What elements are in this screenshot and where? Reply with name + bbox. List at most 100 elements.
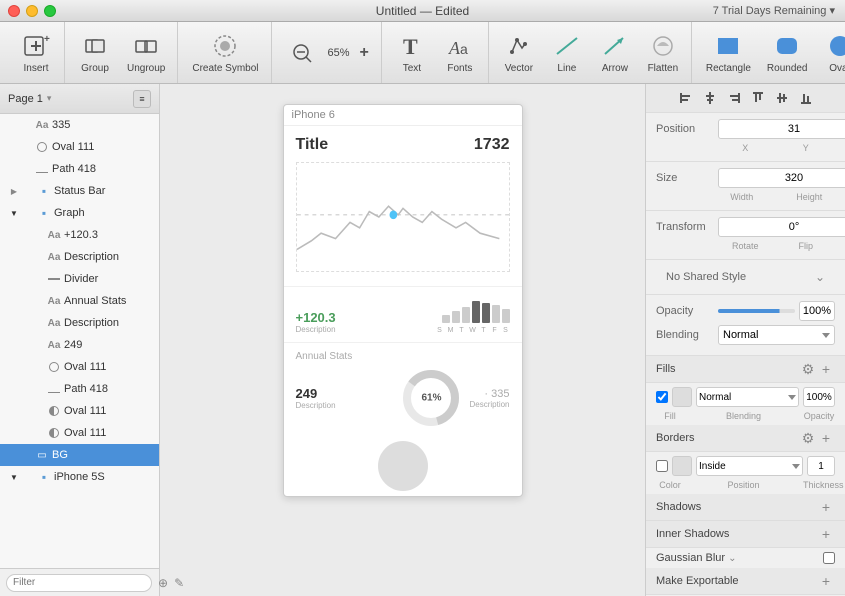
text-type-icon: Aa (34, 117, 50, 133)
fill-checkbox[interactable] (656, 391, 668, 403)
arrow-button[interactable]: Arrow (593, 27, 637, 79)
folder-type-icon: ▪ (36, 183, 52, 199)
arrow-label: Arrow (602, 63, 628, 74)
size-label: Size (656, 172, 714, 184)
bar-5 (482, 303, 490, 323)
stats-bars (436, 299, 510, 323)
divider-type-icon (46, 271, 62, 287)
blending-dropdown[interactable]: Normal (718, 325, 835, 345)
sidebar-expand-button[interactable]: ≡ (133, 90, 151, 108)
border-checkbox[interactable] (656, 460, 668, 472)
fonts-button[interactable]: A a Fonts (438, 27, 482, 79)
sidebar-item-plus120[interactable]: Aa +120.3 (0, 224, 159, 246)
sidebar-item-description2[interactable]: Aa Description (0, 312, 159, 334)
borders-row: Inside (646, 452, 845, 480)
zoom-in-button[interactable]: + (354, 27, 375, 79)
iphone-content: Title 1732 (284, 126, 522, 496)
sidebar-item-iphone5s[interactable]: ▼ ▪ iPhone 5S (0, 466, 159, 488)
vector-button[interactable]: Vector (497, 27, 541, 79)
sidebar-footer: ⊕ ✎ (0, 568, 159, 596)
sidebar-item-335[interactable]: Aa 335 (0, 114, 159, 136)
align-center-h-button[interactable] (699, 88, 721, 108)
group-button[interactable]: Group (73, 27, 117, 79)
day-t1: T (458, 327, 466, 334)
oval-button[interactable]: Oval (818, 27, 845, 79)
border-thickness-input[interactable] (807, 456, 835, 476)
text-type-icon: Aa (46, 337, 62, 353)
sidebar-item-oval111-4[interactable]: Oval 111 (0, 422, 159, 444)
flatten-button[interactable]: Flatten (641, 27, 685, 79)
position-section: Position X Y (646, 113, 845, 162)
align-top-edges-button[interactable] (747, 88, 769, 108)
fill-blending-dropdown[interactable]: Normal (696, 387, 799, 407)
insert-button[interactable]: + Insert (14, 27, 58, 79)
canvas[interactable]: iPhone 6 Title 1732 (160, 84, 645, 596)
sidebar-item-oval111-1[interactable]: Oval 111 (0, 136, 159, 158)
rounded-button[interactable]: Rounded (761, 27, 814, 79)
fill-opacity-input[interactable] (803, 387, 835, 407)
sidebar-item-annualstats[interactable]: Aa Annual Stats (0, 290, 159, 312)
create-symbol-button[interactable]: Create Symbol (186, 27, 264, 79)
no-shared-style-section: No Shared Style ⌄ (646, 260, 845, 295)
create-symbol-label: Create Symbol (192, 63, 258, 74)
borders-add-button[interactable]: + (817, 429, 835, 447)
text-button[interactable]: T Text (390, 27, 434, 79)
opacity-value-input[interactable] (799, 301, 835, 321)
border-position-dropdown[interactable]: Inside (696, 456, 803, 476)
fills-settings-button[interactable]: ⚙ (799, 360, 817, 378)
maximize-button[interactable] (44, 5, 56, 17)
align-left-edges-button[interactable] (675, 88, 697, 108)
app-title: Title (296, 136, 329, 154)
shadows-add-button[interactable]: + (817, 498, 835, 516)
fills-header: Fills ⚙ + (646, 356, 845, 383)
zoom-label[interactable]: 65% (328, 47, 350, 59)
sidebar-item-oval111-3[interactable]: Oval 111 (0, 400, 159, 422)
item-label-249: 249 (64, 339, 155, 351)
toolbar-create-symbol-group: Create Symbol (180, 22, 271, 83)
arrow-icon (601, 32, 629, 60)
annual-row: 249 Description 61% · 335 (296, 368, 510, 428)
page-label[interactable]: Page 1 (8, 93, 43, 105)
day-s1: S (436, 327, 444, 334)
item-label-oval111-1: Oval 111 (52, 141, 155, 153)
line-button[interactable]: Line (545, 27, 589, 79)
sidebar-item-path418-2[interactable]: Path 418 (0, 378, 159, 400)
rotate-input[interactable] (718, 217, 845, 237)
make-exportable-add-button[interactable]: + (817, 572, 835, 590)
close-button[interactable] (8, 5, 20, 17)
sidebar-item-divider[interactable]: Divider (0, 268, 159, 290)
fill-color-swatch[interactable] (672, 387, 692, 407)
sidebar-item-graph[interactable]: ▼ ▪ Graph (0, 202, 159, 224)
ungroup-button[interactable]: Ungroup (121, 27, 171, 79)
opacity-slider[interactable] (718, 309, 795, 313)
filter-input[interactable] (6, 574, 152, 592)
sidebar-item-oval111-2[interactable]: Oval 111 (0, 356, 159, 378)
position-x-input[interactable] (718, 119, 845, 139)
folder-type-icon: ▪ (36, 205, 52, 221)
page-chevron-icon: ▾ (47, 93, 52, 104)
sidebar-item-249[interactable]: Aa 249 (0, 334, 159, 356)
zoom-out-button[interactable] (280, 27, 324, 79)
sidebar-item-statusbar[interactable]: ▶ ▪ Status Bar (0, 180, 159, 202)
border-color-swatch[interactable] (672, 456, 692, 476)
fills-add-button[interactable]: + (817, 360, 835, 378)
sidebar-item-description1[interactable]: Aa Description (0, 246, 159, 268)
spacer (656, 241, 714, 251)
no-shared-dropdown[interactable]: ⌄ (815, 270, 825, 284)
align-bottom-edges-button[interactable] (795, 88, 817, 108)
size-w-input[interactable] (718, 168, 845, 188)
visibility-icon (32, 273, 44, 285)
align-center-v-button[interactable] (771, 88, 793, 108)
sidebar-item-path418-1[interactable]: Path 418 (0, 158, 159, 180)
minimize-button[interactable] (26, 5, 38, 17)
borders-settings-button[interactable]: ⚙ (799, 429, 817, 447)
inner-shadows-add-button[interactable]: + (817, 525, 835, 543)
align-right-edges-button[interactable] (723, 88, 745, 108)
rectangle-button[interactable]: Rectangle (700, 27, 757, 79)
trial-badge[interactable]: 7 Trial Days Remaining ▾ (713, 4, 835, 17)
item-label-oval111-2: Oval 111 (64, 361, 155, 373)
sidebar-item-bg[interactable]: ▭ BG (0, 444, 159, 466)
vector-icon (505, 32, 533, 60)
sidebar-items-list: Aa 335 Oval 111 Path 418 ▶ ▪ Status Bar (0, 114, 159, 568)
gaussian-blur-checkbox[interactable] (823, 552, 835, 564)
